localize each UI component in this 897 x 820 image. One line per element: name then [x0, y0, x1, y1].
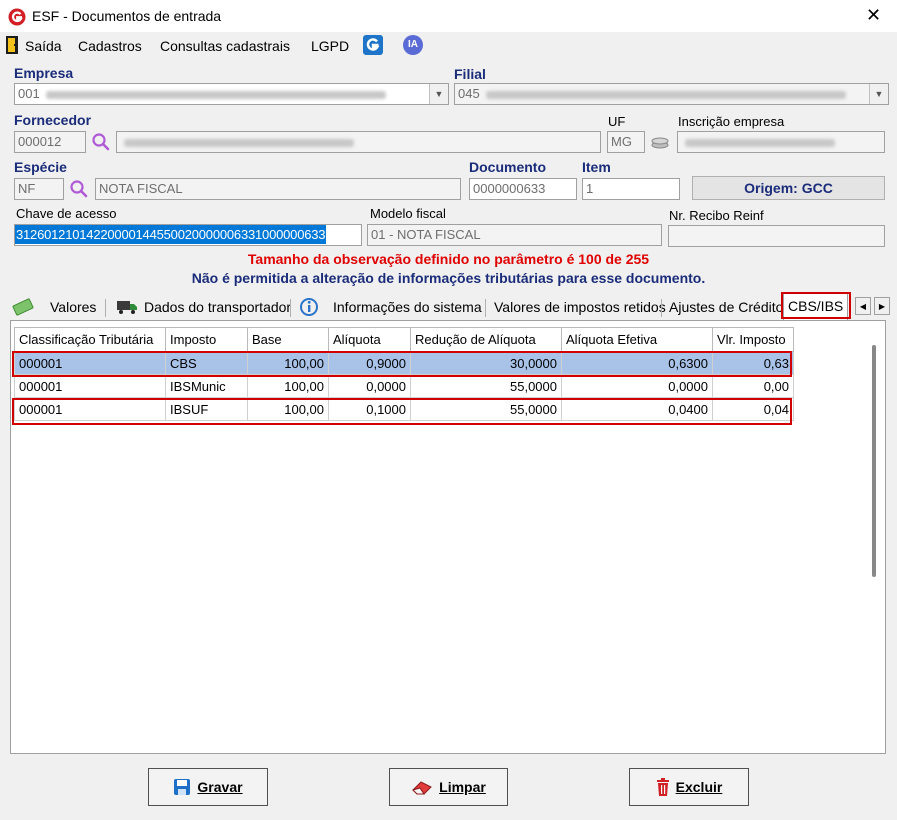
tab-highlight	[781, 292, 851, 319]
col-base[interactable]: Base	[247, 327, 329, 352]
tab-separator	[485, 299, 486, 317]
cell: 0,0000	[328, 374, 411, 398]
cell: 100,00	[247, 374, 329, 398]
item-label: Item	[582, 159, 611, 175]
tab-ajustes-credito[interactable]: Ajustes de Crédito	[669, 295, 783, 319]
menu-cadastros[interactable]: Cadastros	[78, 38, 142, 54]
filial-combo[interactable]: 045 ▼	[454, 83, 889, 105]
eraser-icon	[412, 781, 433, 795]
tab-informacoes-sistema[interactable]: Informações do sistema	[333, 295, 482, 319]
empresa-combo[interactable]: 001 ▼	[14, 83, 449, 105]
tab-separator	[661, 299, 662, 317]
cell: 0,00	[712, 374, 794, 398]
menu-lgpd[interactable]: LGPD	[311, 38, 349, 54]
cell: 55,0000	[410, 374, 562, 398]
inscricao-label: Inscrição empresa	[678, 114, 785, 129]
ia-assistant-icon[interactable]: IA	[403, 35, 423, 55]
tab-scroll-right-icon[interactable]: ▶	[874, 297, 890, 315]
row-highlight-ibsuf	[12, 398, 792, 425]
tab-strip: Valores Dados do transportador Informaçõ…	[8, 293, 895, 321]
tab-valores-impostos-retidos[interactable]: Valores de impostos retidos	[494, 295, 666, 319]
table-header-row: Classificação Tributária Imposto Base Al…	[14, 327, 794, 352]
origem-badge: Origem: GCC	[692, 176, 885, 200]
table-row[interactable]: 000001 IBSMunic 100,00 0,0000 55,0000 0,…	[14, 374, 794, 398]
exit-door-icon[interactable]	[6, 36, 18, 54]
search-icon[interactable]	[69, 179, 89, 199]
tab-separator	[290, 299, 291, 317]
search-icon[interactable]	[91, 132, 111, 152]
menu-consultas-cadastrais[interactable]: Consultas cadastrais	[160, 38, 290, 54]
recibo-label: Nr. Recibo Reinf	[669, 208, 764, 223]
uf-label: UF	[608, 114, 626, 129]
especie-label: Espécie	[14, 159, 67, 175]
limpar-button[interactable]: Limpar	[389, 768, 508, 806]
inscricao-field	[677, 131, 885, 153]
col-reducao[interactable]: Redução de Alíquota	[410, 327, 562, 352]
chave-acesso-field[interactable]: 3126012101422000014455002000000633100000…	[14, 224, 362, 246]
g-help-icon[interactable]	[363, 35, 383, 55]
window-title: ESF - Documentos de entrada	[32, 8, 222, 24]
especie-desc-field: NOTA FISCAL	[95, 178, 461, 200]
modelo-field: 01 - NOTA FISCAL	[367, 224, 662, 246]
fornecedor-label: Fornecedor	[14, 112, 92, 128]
modelo-label: Modelo fiscal	[370, 206, 446, 221]
documento-field[interactable]: 0000000633	[469, 178, 577, 200]
tab-valores[interactable]: Valores	[50, 295, 96, 319]
chevron-down-icon[interactable]: ▼	[869, 84, 888, 104]
coins-icon[interactable]	[650, 134, 670, 150]
col-imposto[interactable]: Imposto	[165, 327, 248, 352]
save-icon	[174, 779, 191, 795]
limpar-label: Limpar	[439, 779, 486, 795]
chevron-down-icon[interactable]: ▼	[429, 84, 448, 104]
row-highlight-cbs	[12, 351, 792, 377]
money-icon	[12, 298, 34, 316]
chave-label: Chave de acesso	[16, 206, 117, 221]
excluir-label: Excluir	[675, 779, 723, 795]
taxes-grid: Classificação Tributária Imposto Base Al…	[10, 320, 886, 754]
app-logo-icon	[8, 8, 26, 26]
warning-message: Tamanho da observação definido no parâme…	[247, 251, 650, 267]
filial-value: 045	[458, 86, 480, 101]
fornecedor-code-field[interactable]: 000012	[14, 131, 86, 153]
documento-label: Documento	[469, 159, 546, 175]
info-message: Não é permitida a alteração de informaçõ…	[191, 270, 706, 286]
empresa-value: 001	[18, 86, 40, 101]
truck-icon	[117, 301, 137, 314]
recibo-field	[668, 225, 885, 247]
fornecedor-name-field	[116, 131, 601, 153]
tab-dados-transportador[interactable]: Dados do transportador	[144, 295, 291, 319]
filial-label: Filial	[454, 66, 486, 82]
vertical-scrollbar[interactable]	[872, 345, 876, 577]
gravar-button[interactable]: Gravar	[148, 768, 268, 806]
cell: IBSMunic	[165, 374, 248, 398]
uf-field: MG	[607, 131, 645, 153]
cell: 0,0000	[561, 374, 713, 398]
chave-value: 3126012101422000014455002000000633100000…	[15, 225, 327, 244]
info-icon	[300, 298, 318, 316]
tab-scroll-left-icon[interactable]: ◀	[855, 297, 871, 315]
menu-saida[interactable]: Saída	[25, 38, 62, 54]
col-classificacao[interactable]: Classificação Tributária	[14, 327, 166, 352]
tab-separator	[105, 299, 106, 317]
excluir-button[interactable]: Excluir	[629, 768, 749, 806]
item-field[interactable]: 1	[582, 178, 680, 200]
trash-icon	[656, 778, 669, 796]
especie-code-field[interactable]: NF	[14, 178, 64, 200]
empresa-label: Empresa	[14, 65, 74, 81]
col-aliquota-efetiva[interactable]: Alíquota Efetiva	[561, 327, 713, 352]
cell: 000001	[14, 374, 166, 398]
col-vlr-imposto[interactable]: Vlr. Imposto	[712, 327, 794, 352]
col-aliquota[interactable]: Alíquota	[328, 327, 411, 352]
close-button[interactable]: ✕	[866, 5, 881, 26]
gravar-label: Gravar	[197, 779, 243, 795]
